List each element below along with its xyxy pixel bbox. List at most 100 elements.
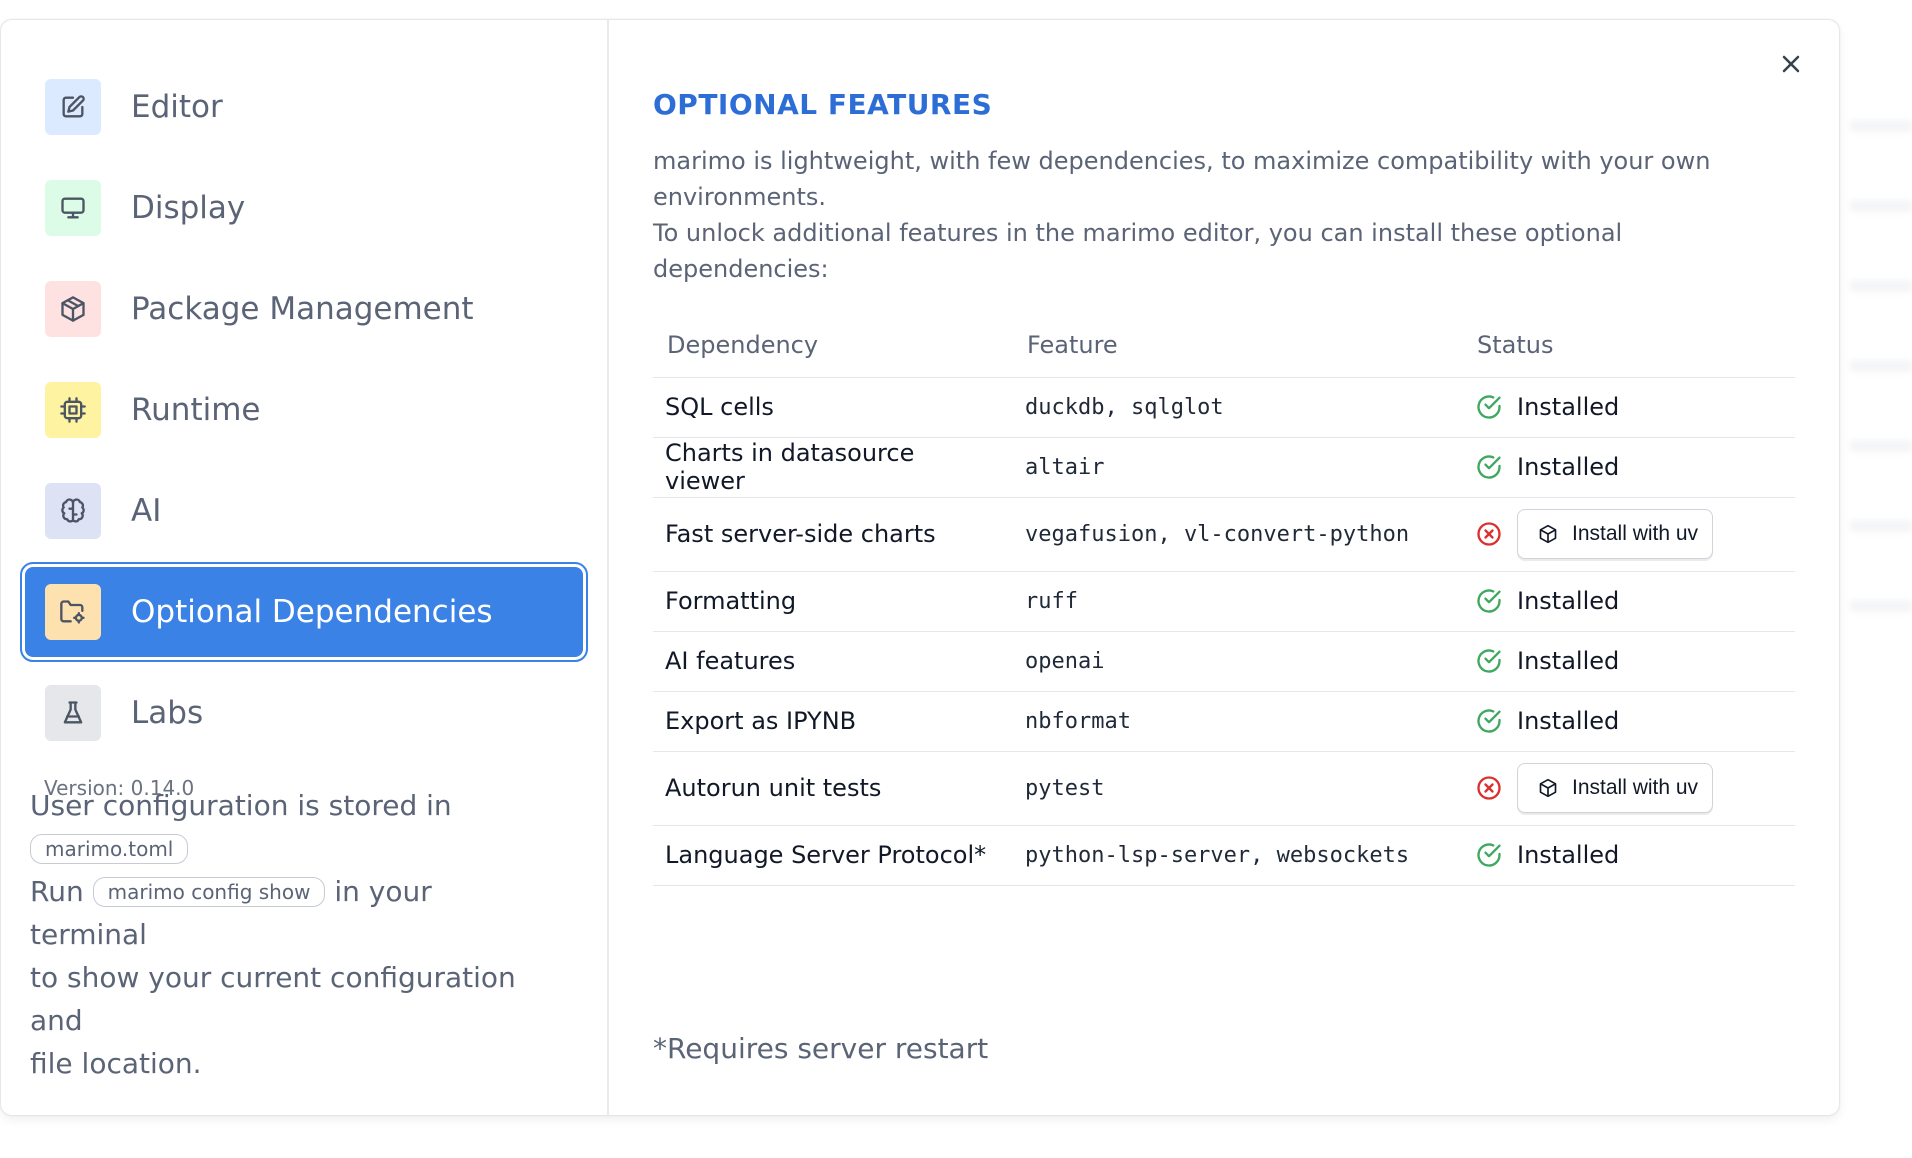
sidebar-item-display[interactable]: Display [25,163,583,253]
flask-icon [45,685,101,741]
sidebar-item-runtime[interactable]: Runtime [25,365,583,455]
sidebar-item-label: AI [131,493,162,529]
status-cell: Installed [1463,691,1795,752]
status-cell: Installed [1463,377,1795,438]
table-row: Autorun unit tests pytest Install with uv [653,751,1795,826]
close-button[interactable] [1775,48,1807,80]
description-line: marimo is lightweight, with few dependen… [653,147,1711,211]
dependency-cell: Charts in datasource viewer [653,437,1013,498]
sidebar-item-label: Labs [131,695,204,731]
brain-icon [45,483,101,539]
package-icon [1539,778,1557,798]
column-header-status: Status [1463,313,1795,378]
status-label: Installed [1517,647,1620,675]
sidebar-item-package-management[interactable]: Package Management [25,264,583,354]
section-title: OPTIONAL FEATURES [653,88,993,121]
install-with-uv-button[interactable]: Install with uv [1517,763,1714,813]
feature-cell: openai [1013,631,1463,692]
status-label: Installed [1517,393,1620,421]
feature-cell: ruff [1013,571,1463,632]
status-missing: Install with uv [1475,509,1783,559]
x-circle-icon [1477,522,1501,546]
sidebar-item-label: Display [131,190,246,226]
background-content [1850,80,1912,680]
feature-cell: altair [1013,437,1463,498]
sidebar-item-label: Package Management [131,291,474,327]
sidebar-item-labs[interactable]: Labs [25,668,583,758]
check-circle-icon [1477,709,1501,733]
check-circle-icon [1477,649,1501,673]
table-row: SQL cells duckdb, sqlglot Installed [653,377,1795,438]
status-cell: Install with uv [1463,751,1795,826]
settings-nav: Editor Display Package Management Runtime AI… [20,62,588,758]
check-circle-icon [1477,843,1501,867]
status-cell: Installed [1463,437,1795,498]
dependency-cell: Formatting [653,571,1013,632]
config-note-text: file location. [30,1047,202,1080]
column-header-dependency: Dependency [653,313,1013,378]
settings-content: OPTIONAL FEATURES marimo is lightweight,… [609,20,1839,1115]
table-row: AI features openai Installed [653,631,1795,692]
sidebar-item-ai[interactable]: AI [25,466,583,556]
settings-dialog: Editor Display Package Management Runtime AI… [0,19,1840,1116]
status-installed: Installed [1475,647,1783,675]
status-installed: Installed [1475,453,1783,481]
feature-cell: python-lsp-server, websockets [1013,825,1463,886]
status-installed: Installed [1475,393,1783,421]
x-circle-icon [1477,776,1501,800]
install-button-label: Install with uv [1572,522,1699,545]
feature-cell: duckdb, sqlglot [1013,377,1463,438]
table-row: Fast server-side charts vegafusion, vl-co… [653,497,1795,572]
status-cell: Installed [1463,825,1795,886]
install-with-uv-button[interactable]: Install with uv [1517,509,1714,559]
cpu-icon [45,382,101,438]
status-label: Installed [1517,841,1620,869]
status-installed: Installed [1475,841,1783,869]
dependencies-table: Dependency Feature Status SQL cells duckd… [653,313,1795,886]
folder-cog-icon [45,584,101,640]
check-circle-icon [1477,395,1501,419]
sidebar-item-label: Optional Dependencies [131,594,493,630]
status-cell: Installed [1463,631,1795,692]
status-installed: Installed [1475,707,1783,735]
feature-cell: pytest [1013,751,1463,826]
sidebar-item-optional-dependencies[interactable]: Optional Dependencies [20,562,588,662]
table-row: Charts in datasource viewer altair Install… [653,437,1795,498]
edit-icon [45,79,101,135]
column-header-feature: Feature [1013,313,1463,378]
monitor-icon [45,180,101,236]
status-label: Installed [1517,707,1620,735]
section-description: marimo is lightweight, with few dependen… [653,143,1795,287]
check-circle-icon [1477,589,1501,613]
dependency-cell: Autorun unit tests [653,751,1013,826]
table-header-row: Dependency Feature Status [653,313,1795,378]
dependency-cell: Export as IPYNB [653,691,1013,752]
description-line: To unlock additional features in the mar… [653,219,1623,283]
status-label: Installed [1517,453,1620,481]
feature-cell: vegafusion, vl-convert-python [1013,497,1463,572]
config-note-text: User configuration is stored in [30,789,452,822]
config-command-pill: marimo config show [92,877,326,907]
table-row: Export as IPYNB nbformat Installed [653,691,1795,752]
status-label: Installed [1517,587,1620,615]
package-icon [1539,524,1557,544]
close-icon [1782,55,1800,73]
check-circle-icon [1477,455,1501,479]
dependency-cell: AI features [653,631,1013,692]
config-note: User configuration is stored in marimo.t… [30,784,550,1085]
sidebar-item-editor[interactable]: Editor [25,62,583,152]
config-note-text: to show your current configuration and [30,961,516,1037]
status-cell: Installed [1463,571,1795,632]
install-button-label: Install with uv [1572,776,1699,799]
dependency-cell: SQL cells [653,377,1013,438]
package-icon [45,281,101,337]
status-cell: Install with uv [1463,497,1795,572]
status-missing: Install with uv [1475,763,1783,813]
dependency-cell: Fast server-side charts [653,497,1013,572]
dependency-cell: Language Server Protocol* [653,825,1013,886]
sidebar-item-label: Editor [131,89,223,125]
feature-cell: nbformat [1013,691,1463,752]
restart-footnote: *Requires server restart [653,1032,989,1065]
config-note-text: Run [30,875,84,908]
sidebar-item-label: Runtime [131,392,261,428]
